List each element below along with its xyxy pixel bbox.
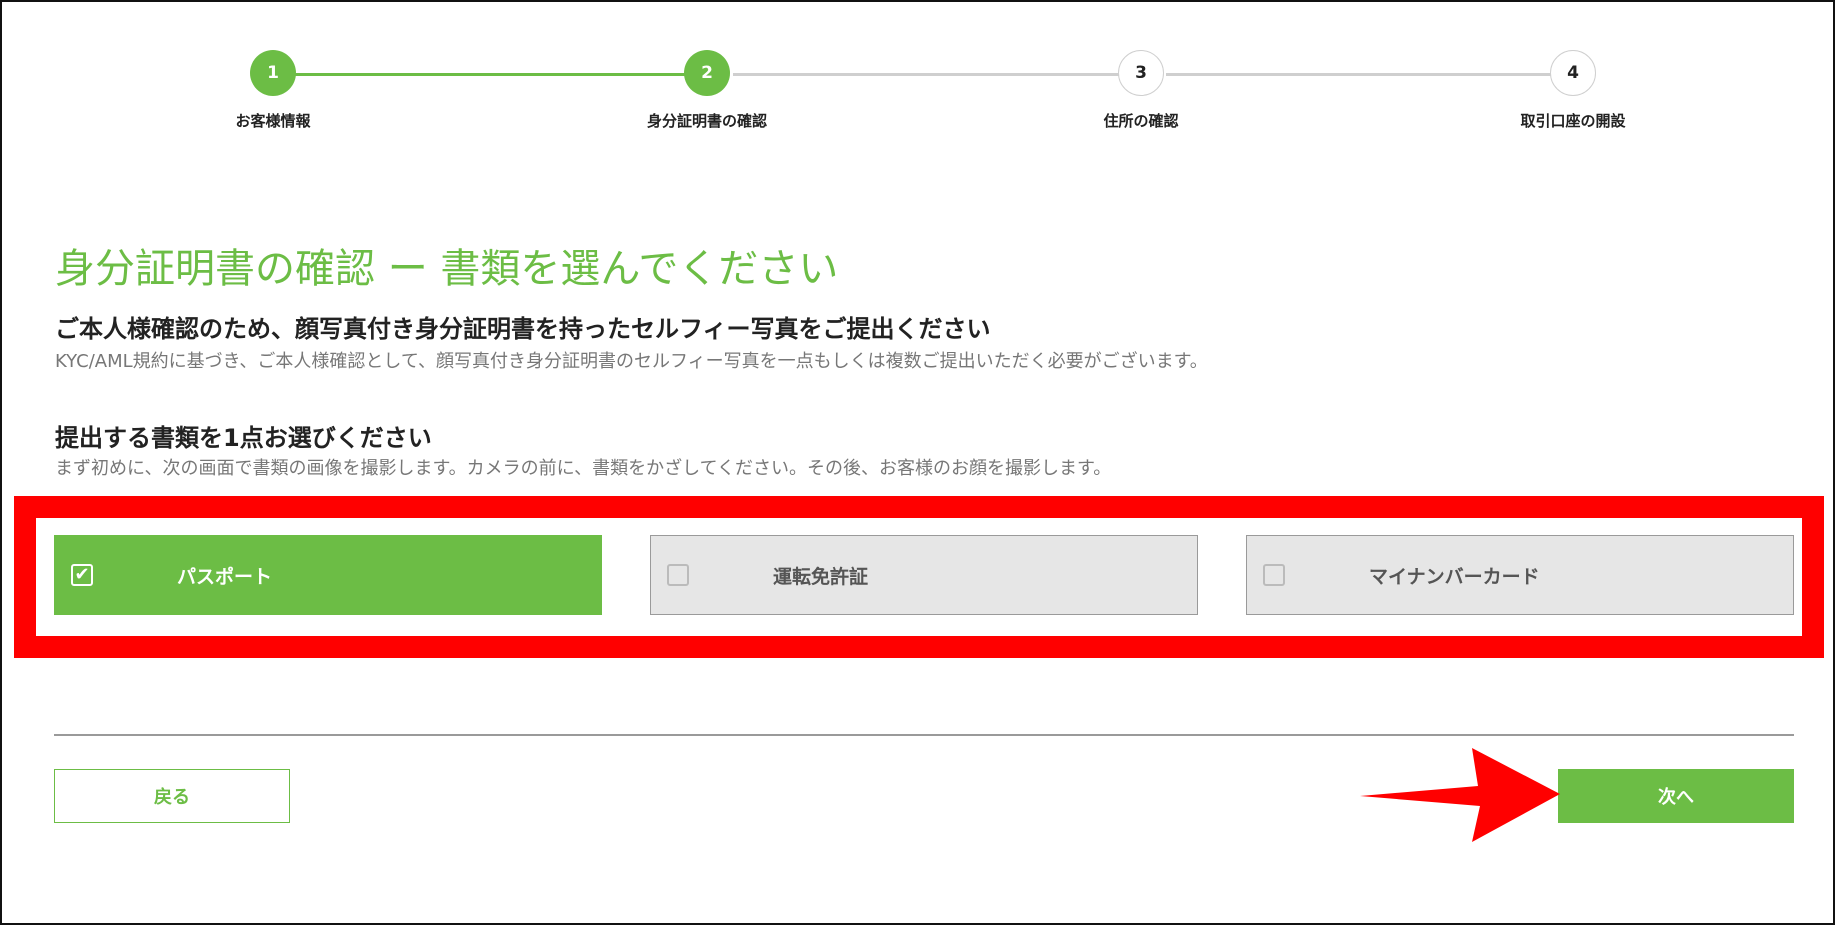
option-drivers-license[interactable]: 運転免許証 xyxy=(650,535,1198,615)
option-drivers-license-label: 運転免許証 xyxy=(773,565,869,588)
option-passport-label: パスポート xyxy=(177,565,273,588)
step-3-circle: 3 xyxy=(1118,50,1164,96)
checkbox-unchecked-icon[interactable] xyxy=(667,564,689,586)
step-connector-2-3 xyxy=(733,73,1120,76)
step-connector-1-2 xyxy=(287,73,687,76)
checkbox-unchecked-icon[interactable] xyxy=(1263,564,1285,586)
step-connector-3-4 xyxy=(1166,73,1553,76)
option-my-number-card[interactable]: マイナンバーカード xyxy=(1246,535,1794,615)
footer-divider xyxy=(54,734,1794,736)
step-4-circle: 4 xyxy=(1550,50,1596,96)
arrow-right-icon xyxy=(1360,748,1560,842)
step-4-label: 取引口座の開設 xyxy=(1520,112,1626,130)
step-3-label: 住所の確認 xyxy=(1103,112,1179,130)
option-my-number-card-label: マイナンバーカード xyxy=(1369,565,1540,588)
checkbox-checked-icon[interactable]: ✔ xyxy=(71,564,93,586)
step-2-label: 身分証明書の確認 xyxy=(646,112,767,130)
document-description: まず初めに、次の画面で書類の画像を撮影します。カメラの前に、書類をかざしてくださ… xyxy=(55,458,1112,479)
progress-stepper: 1 2 3 4 お客様情報 身分証明書の確認 住所の確認 取引口座の開設 xyxy=(0,0,1835,140)
back-button[interactable]: 戻る xyxy=(54,769,290,823)
option-passport[interactable]: ✔ パスポート xyxy=(54,535,602,615)
next-button[interactable]: 次へ xyxy=(1558,769,1794,823)
selfie-heading: ご本人様確認のため、顔写真付き身分証明書を持ったセルフィー写真をご提出ください xyxy=(55,315,991,343)
selfie-description: KYC/AML規約に基づき、ご本人様確認として、顔写真付き身分証明書のセルフィー… xyxy=(55,351,1208,372)
step-2-circle: 2 xyxy=(684,50,730,96)
step-1-label: お客様情報 xyxy=(235,112,311,130)
document-heading: 提出する書類を1点お選びください xyxy=(55,424,432,452)
page-title: 身分証明書の確認 ー 書類を選んでください xyxy=(55,246,839,292)
step-1-circle: 1 xyxy=(250,50,296,96)
